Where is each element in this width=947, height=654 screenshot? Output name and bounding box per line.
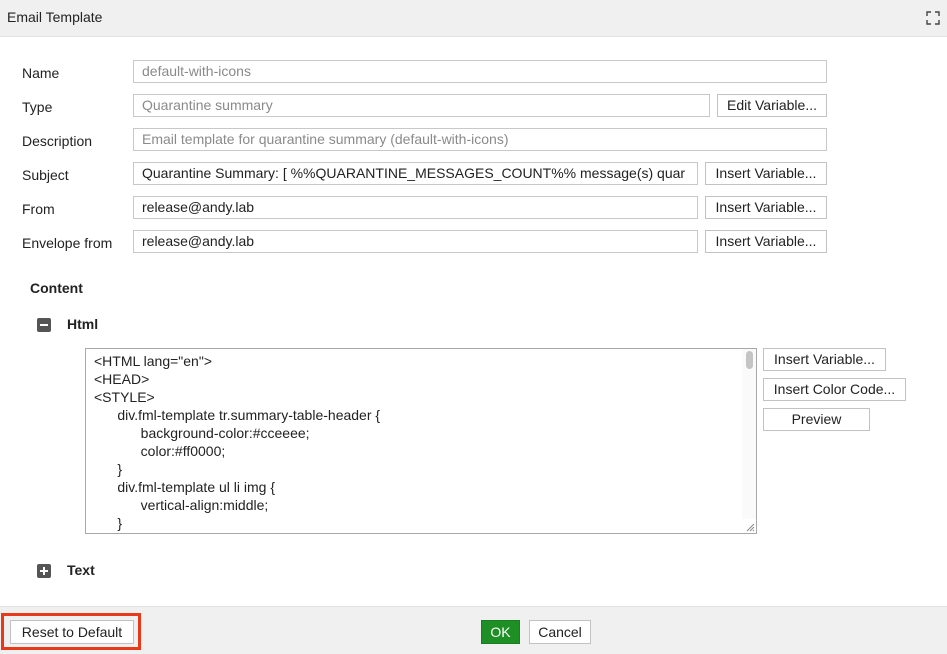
html-insert-variable-button[interactable]: Insert Variable... [763,348,886,371]
content-heading: Content [30,280,83,296]
from-insert-variable-button[interactable]: Insert Variable... [705,196,827,219]
insert-color-code-button[interactable]: Insert Color Code... [763,378,906,401]
dialog-footer [0,606,947,654]
ok-button[interactable]: OK [481,620,520,644]
from-label: From [22,201,55,217]
editor-scroll-thumb[interactable] [746,351,753,369]
name-field[interactable]: default-with-icons [133,60,827,83]
editor-scrollbar[interactable] [742,349,756,519]
html-editor[interactable]: <HTML lang="en"> <HEAD> <STYLE> div.fml-… [85,348,757,534]
preview-button[interactable]: Preview [763,408,870,431]
subject-label: Subject [22,167,69,183]
name-label: Name [22,65,60,81]
envelope-from-insert-variable-button[interactable]: Insert Variable... [705,230,827,253]
subject-insert-variable-button[interactable]: Insert Variable... [705,162,827,185]
reset-to-default-button[interactable]: Reset to Default [10,620,134,644]
edit-variable-button[interactable]: Edit Variable... [717,94,827,117]
description-field[interactable]: Email template for quarantine summary (d… [133,128,827,151]
type-field[interactable]: Quarantine summary [133,94,710,117]
expand-text-icon[interactable] [37,564,51,578]
dialog-title: Email Template [7,9,103,25]
description-label: Description [22,133,93,149]
html-section-label[interactable]: Html [67,316,98,332]
type-label: Type [22,99,53,115]
expand-icon[interactable] [926,11,940,25]
text-section-label[interactable]: Text [67,562,95,578]
dialog-titlebar: Email Template [0,0,947,37]
envelope-from-input[interactable]: release@andy.lab [133,230,698,253]
cancel-button[interactable]: Cancel [529,620,591,644]
subject-input[interactable]: Quarantine Summary: [ %%QUARANTINE_MESSA… [133,162,698,185]
html-code[interactable]: <HTML lang="en"> <HEAD> <STYLE> div.fml-… [94,352,734,532]
resize-handle-icon[interactable] [745,522,755,532]
envelope-from-label: Envelope from [22,235,113,251]
from-input[interactable]: release@andy.lab [133,196,698,219]
collapse-html-icon[interactable] [37,318,51,332]
